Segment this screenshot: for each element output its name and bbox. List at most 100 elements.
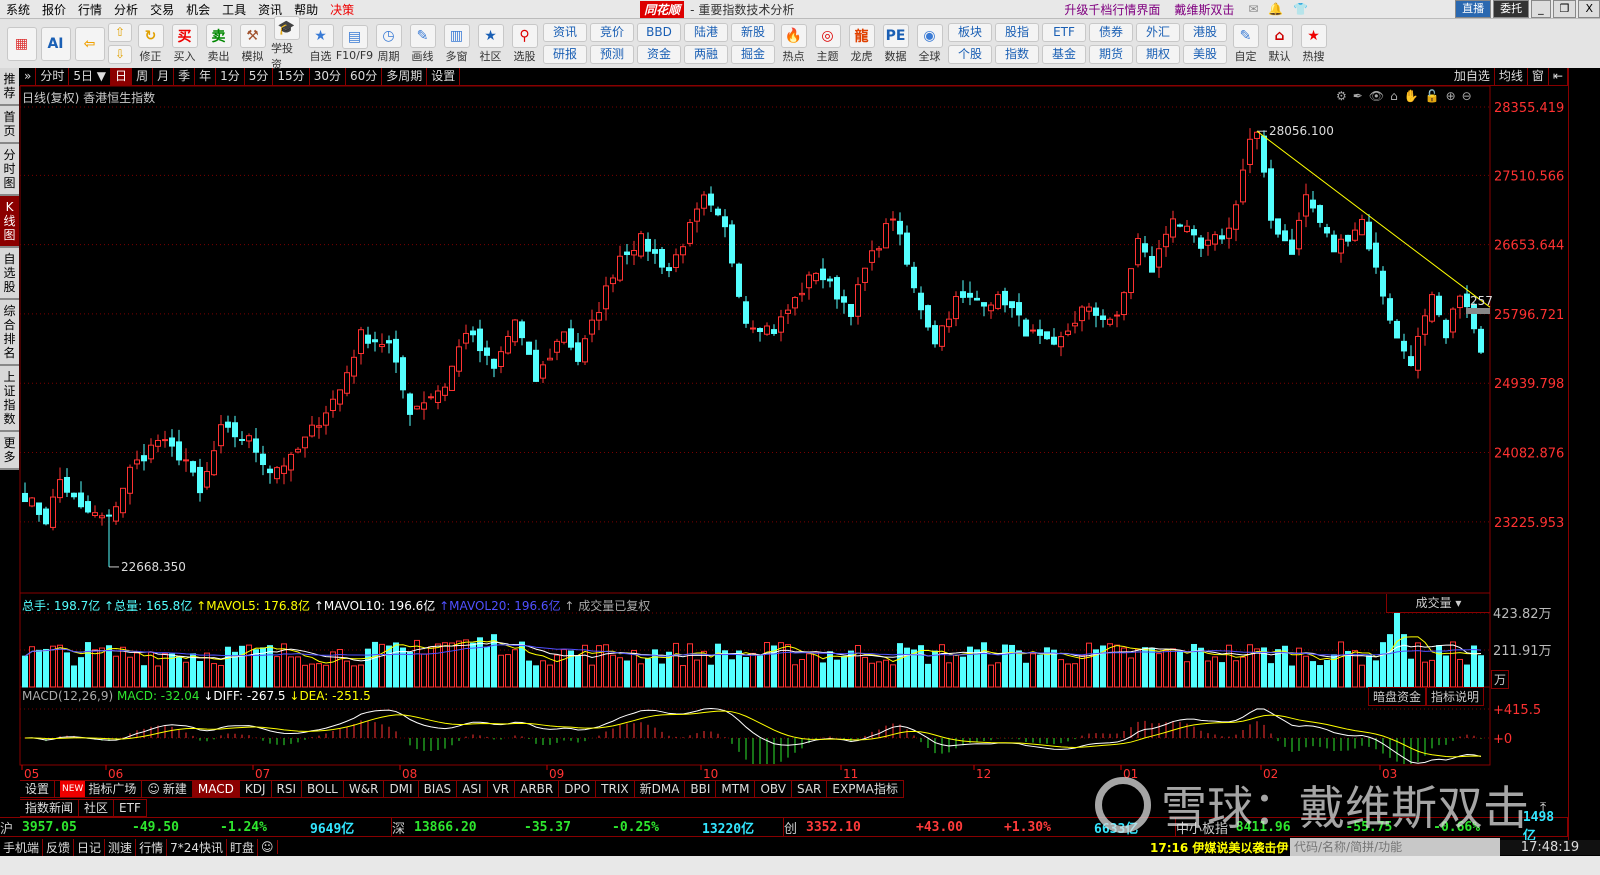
status-item[interactable]: 行情: [136, 838, 168, 856]
toolbar-pair-button[interactable]: 陆港: [684, 23, 728, 42]
period-right-button[interactable]: 窗: [1528, 68, 1549, 85]
indicator-tab[interactable]: SAR: [792, 781, 828, 797]
expand-button[interactable]: »: [20, 68, 37, 85]
toolbar-pair-button[interactable]: 股指: [995, 23, 1039, 42]
toolbar-button-item[interactable]: 卖卖出: [203, 23, 234, 64]
toolbar-pair-button[interactable]: BBD: [637, 23, 681, 42]
toolbar-pair-button[interactable]: 期权: [1136, 45, 1180, 64]
indicator-tab[interactable]: TRIX: [596, 781, 635, 797]
toolbar-button-item[interactable]: PE 数据: [880, 23, 911, 64]
indicator-tab[interactable]: MTM: [716, 781, 756, 797]
live-button[interactable]: 直播: [1455, 0, 1492, 18]
toolbar-pair-button[interactable]: 美股: [1183, 45, 1227, 64]
indicator-tab[interactable]: VR: [488, 781, 516, 797]
chart-tool-icon[interactable]: ✋: [1404, 89, 1419, 103]
toolbar-button-item[interactable]: ▤ F10/F9: [336, 25, 373, 62]
period-tab[interactable]: 设置: [427, 68, 461, 85]
entrust-button[interactable]: 委托: [1493, 0, 1530, 18]
indicator-tab[interactable]: ASI: [457, 781, 488, 797]
toolbar-pair-button[interactable]: 两融: [684, 45, 728, 64]
promo-upgrade-link[interactable]: 升级千档行情界面: [1064, 1, 1160, 18]
toolbar-button-item[interactable]: ◎ 主题: [812, 23, 843, 64]
indicator-plaza-tab[interactable]: NEW 指标广场: [55, 781, 143, 797]
menu-item[interactable]: 报价: [36, 1, 72, 18]
toolbar-pair-button[interactable]: 资讯: [543, 23, 587, 42]
up-down-buttons[interactable]: ⇧ ⇩: [108, 23, 132, 64]
chart-tool-icon[interactable]: 👁: [1369, 89, 1384, 103]
toolbar-pair-button[interactable]: 指数: [995, 45, 1039, 64]
menu-item[interactable]: 行情: [72, 1, 108, 18]
period-tab[interactable]: 5分: [245, 68, 274, 85]
search-input[interactable]: [1290, 838, 1500, 856]
toolbar-button-ai[interactable]: AI: [40, 26, 71, 61]
menu-item[interactable]: 交易: [144, 1, 180, 18]
close-button[interactable]: X: [1578, 0, 1600, 18]
indicator-tab[interactable]: W&R: [344, 781, 385, 797]
indicator-tab[interactable]: KDJ: [240, 781, 272, 797]
period-tab[interactable]: 周: [132, 68, 154, 85]
chart-tool-icon[interactable]: ⌂: [1390, 89, 1398, 103]
period-right-button[interactable]: ⇤: [1549, 68, 1568, 85]
toolbar-pair-button[interactable]: 新股: [731, 23, 775, 42]
toolbar-button-item[interactable]: 🔥 热点: [778, 23, 809, 64]
index-ticker[interactable]: 中小板指 8411.96 -55.75 -0.66% 1498亿: [1176, 810, 1568, 844]
menu-item[interactable]: 系统: [0, 1, 36, 18]
indicator-tab[interactable]: BBI: [685, 781, 717, 797]
status-item[interactable]: 反馈: [43, 838, 75, 856]
status-item[interactable]: 手机端: [0, 838, 44, 856]
toolbar-pair-button[interactable]: 研报: [543, 45, 587, 64]
chart-tool-icon[interactable]: 🔓: [1425, 89, 1440, 103]
menu-item[interactable]: 机会: [180, 1, 216, 18]
indicator-tab[interactable]: ARBR: [515, 781, 560, 797]
toolbar-button-item[interactable]: ⚲ 选股: [509, 23, 540, 64]
indicator-settings-tab[interactable]: 设置: [20, 781, 56, 797]
period-tab[interactable]: 分时: [36, 68, 70, 85]
shirt-icon[interactable]: 👕: [1293, 2, 1308, 16]
period-tab[interactable]: 30分: [310, 68, 346, 85]
toolbar-button-item[interactable]: ▥ 多窗: [441, 23, 472, 64]
menu-item-decision[interactable]: 决策: [324, 1, 360, 18]
indicator-tab[interactable]: BIAS: [419, 781, 458, 797]
toolbar-pair-button[interactable]: 资金: [637, 45, 681, 64]
period-tab[interactable]: 年: [195, 68, 217, 85]
news-tab[interactable]: ETF: [114, 800, 147, 816]
status-item[interactable]: 7*24快讯: [167, 838, 227, 856]
chart-area[interactable]: 28355.419 27510.566 26653.644 25796.721 2493…: [0, 86, 1568, 780]
toolbar-button-item[interactable]: ◉ 全球: [914, 23, 945, 64]
toolbar-button-item[interactable]: ✎ 画线: [407, 23, 438, 64]
toolbar-button-item[interactable]: ✎ 自定: [1230, 23, 1261, 64]
period-right-button[interactable]: 加自选: [1450, 68, 1495, 85]
indicator-tab[interactable]: EXPMA指标: [827, 781, 904, 797]
toolbar-pair-button[interactable]: 个股: [948, 45, 992, 64]
status-item[interactable]: 盯盘: [227, 838, 258, 856]
indicator-tab[interactable]: RSI: [272, 781, 303, 797]
bell-icon[interactable]: 🔔: [1268, 2, 1283, 16]
toolbar-button-item[interactable]: ⚒ 模拟: [237, 23, 268, 64]
toolbar-pair-button[interactable]: 港股: [1183, 23, 1227, 42]
indicator-tab[interactable]: MACD: [192, 781, 240, 797]
index-ticker[interactable]: 沪 3957.05 -49.50 -1.24% 9649亿: [0, 818, 392, 837]
index-ticker[interactable]: 深 13866.20 -35.37 -0.25% 13220亿: [392, 818, 784, 837]
toolbar-button-item[interactable]: ★ 社区: [475, 23, 506, 64]
toolbar-button-item[interactable]: ⌂ 默认: [1264, 23, 1295, 64]
period-tab[interactable]: 5日 ▼: [69, 68, 112, 85]
period-tab[interactable]: 月: [153, 68, 175, 85]
mail-icon[interactable]: ✉: [1248, 2, 1258, 16]
menu-item[interactable]: 工具: [216, 1, 252, 18]
index-ticker[interactable]: 创 3352.10 +43.00 +1.30% 6633亿: [784, 818, 1176, 837]
period-tab[interactable]: 15分: [273, 68, 310, 85]
chart-tool-icon[interactable]: ⊕: [1446, 89, 1456, 103]
status-item[interactable]: 日记: [74, 838, 106, 856]
toolbar-pair-button[interactable]: ETF: [1042, 23, 1086, 42]
news-ticker[interactable]: 17:16 伊媒说美以袭击伊: [1150, 839, 1290, 856]
chart-tool-icon[interactable]: ⚙: [1336, 89, 1347, 103]
period-tab[interactable]: 季: [174, 68, 196, 85]
toolbar-pair-button[interactable]: 预测: [590, 45, 634, 64]
toolbar-pair-button[interactable]: 债券: [1089, 23, 1133, 42]
indicator-tab[interactable]: DPO: [559, 781, 597, 797]
toolbar-pair-button[interactable]: 竞价: [590, 23, 634, 42]
toolbar-pair-button[interactable]: 期货: [1089, 45, 1133, 64]
toolbar-button-modules[interactable]: ▦: [6, 26, 37, 61]
minimize-button[interactable]: _: [1531, 0, 1551, 18]
toolbar-button-item[interactable]: 龍龙虎: [846, 23, 877, 64]
